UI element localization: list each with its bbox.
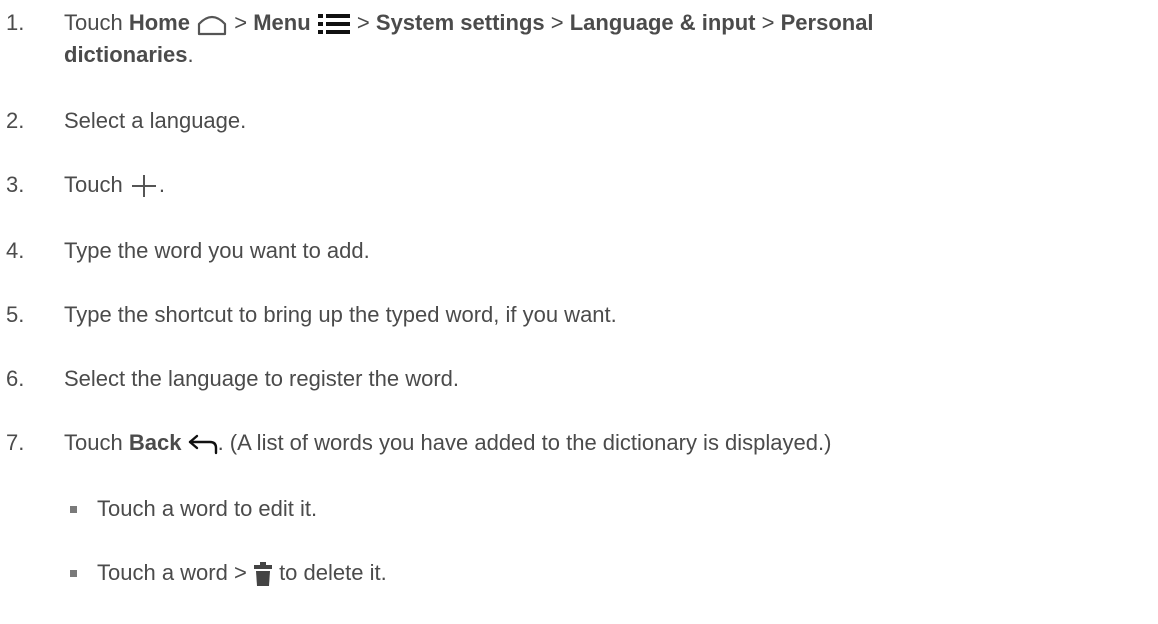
- bullet: [70, 506, 77, 513]
- sub-item-text: Touch a word to edit it.: [97, 496, 318, 521]
- menu-icon: [317, 13, 351, 35]
- period: .: [158, 172, 165, 197]
- step-text: Select the language to register the word…: [64, 366, 460, 391]
- separator: >: [550, 10, 564, 35]
- step-number: 7.: [6, 430, 25, 455]
- plus-icon: [129, 173, 159, 199]
- separator: >: [761, 10, 775, 35]
- sub-item-text: Touch a word > to delete it.: [97, 558, 387, 588]
- step-text-continued: dictionaries.: [64, 40, 1150, 70]
- separator: >: [234, 10, 248, 35]
- home-icon: [196, 12, 228, 36]
- touch-word: Touch: [64, 430, 123, 455]
- back-label: Back: [128, 430, 182, 455]
- bullet: [70, 570, 77, 577]
- trash-icon: [253, 561, 273, 587]
- touch-word: Touch: [64, 172, 123, 197]
- sub-item-after: to delete it.: [279, 560, 387, 585]
- step-text: Touch Home > Menu > System settings > La…: [64, 8, 1150, 38]
- step-number: 2.: [6, 108, 25, 133]
- period: .: [187, 42, 194, 67]
- step-number: 6.: [6, 366, 25, 391]
- touch-word: Touch: [64, 10, 123, 35]
- system-settings-label: System settings: [375, 10, 545, 35]
- step-7-rest: . (A list of words you have added to the…: [217, 430, 832, 455]
- step-text: Touch Back . (A list of words you have a…: [64, 428, 1150, 458]
- home-label: Home: [128, 10, 190, 35]
- personal-label: Personal: [780, 10, 874, 35]
- step-number: 5.: [6, 302, 25, 327]
- menu-label: Menu: [253, 10, 311, 35]
- sub-item-before: Touch a word >: [97, 560, 247, 585]
- back-arrow-icon: [188, 433, 218, 455]
- step-text: Type the word you want to add.: [64, 238, 370, 263]
- language-input-label: Language & input: [569, 10, 756, 35]
- separator: >: [356, 10, 370, 35]
- step-number: 3.: [6, 172, 25, 197]
- step-number: 1.: [6, 10, 25, 35]
- dictionaries-label: dictionaries: [64, 42, 188, 67]
- step-text: Select a language.: [64, 108, 247, 133]
- step-number: 4.: [6, 238, 25, 263]
- step-text: Touch .: [64, 170, 1150, 200]
- step-text: Type the shortcut to bring up the typed …: [64, 302, 617, 327]
